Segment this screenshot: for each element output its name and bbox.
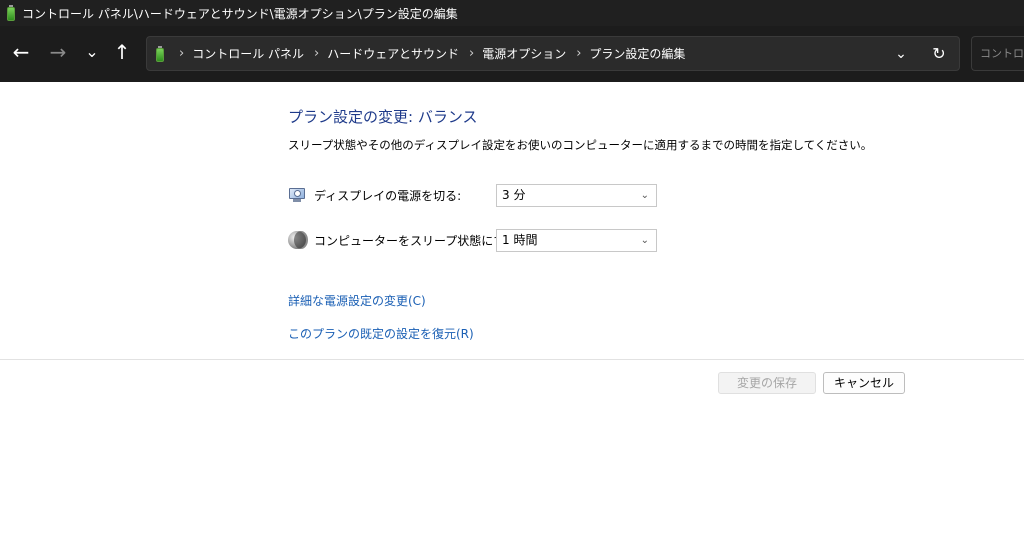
moon-icon (288, 231, 308, 249)
sleep-label: コンピューターをスリープ状態にする: (314, 233, 522, 248)
sleep-select[interactable]: 1 時間 ⌄ (496, 229, 657, 252)
display-off-value: 3 分 (502, 188, 526, 202)
battery-icon (155, 45, 165, 62)
monitor-clock-icon (288, 187, 306, 203)
breadcrumb-power-options[interactable]: 電源オプション (482, 45, 566, 62)
breadcrumb-control-panel[interactable]: コントロール パネル (192, 45, 304, 62)
setting-row-display-off: ディスプレイの電源を切る: (288, 183, 461, 207)
breadcrumb-edit-plan[interactable]: プラン設定の編集 (589, 45, 685, 62)
battery-icon (6, 5, 16, 21)
back-button[interactable]: ← (9, 40, 33, 64)
address-bar[interactable]: › コントロール パネル › ハードウェアとサウンド › 電源オプション › プ… (146, 36, 960, 71)
navigation-bar: ← → ⌄ ↑ › コントロール パネル › ハードウェアとサウンド › 電源オ… (0, 26, 1024, 82)
window-title: コントロール パネル\ハードウェアとサウンド\電源オプション\プラン設定の編集 (22, 6, 458, 21)
breadcrumb-separator: › (179, 46, 185, 61)
recent-locations-button[interactable]: ⌄ (80, 40, 104, 64)
search-input[interactable]: コントロール パネル (971, 36, 1024, 71)
chevron-down-icon: ⌄ (640, 190, 649, 201)
breadcrumb-separator[interactable]: › (314, 46, 319, 61)
up-button[interactable]: ↑ (110, 40, 134, 64)
breadcrumb-hardware-sound[interactable]: ハードウェアとサウンド (327, 45, 459, 62)
display-off-select[interactable]: 3 分 ⌄ (496, 184, 657, 207)
breadcrumb-separator[interactable]: › (469, 46, 474, 61)
forward-button[interactable]: → (46, 40, 70, 64)
refresh-icon[interactable]: ↻ (929, 43, 949, 65)
chevron-down-icon: ⌄ (640, 235, 649, 246)
display-off-label: ディスプレイの電源を切る: (314, 188, 462, 203)
page-description: スリープ状態やその他のディスプレイ設定をお使いのコンピューターに適用するまでの時… (288, 138, 873, 152)
page-title: プラン設定の変更: バランス (288, 108, 478, 126)
sleep-value: 1 時間 (502, 233, 538, 247)
divider (0, 359, 1024, 360)
title-bar: コントロール パネル\ハードウェアとサウンド\電源オプション\プラン設定の編集 (0, 0, 1024, 26)
breadcrumb-separator[interactable]: › (576, 46, 581, 61)
restore-defaults-link[interactable]: このプランの既定の設定を復元(R) (288, 325, 474, 342)
save-changes-button[interactable]: 変更の保存 (718, 372, 816, 394)
setting-row-sleep: コンピューターをスリープ状態にする: (288, 228, 521, 252)
advanced-power-settings-link[interactable]: 詳細な電源設定の変更(C) (288, 292, 426, 309)
cancel-button[interactable]: キャンセル (823, 372, 905, 394)
chevron-down-icon[interactable]: ⌄ (891, 43, 911, 65)
